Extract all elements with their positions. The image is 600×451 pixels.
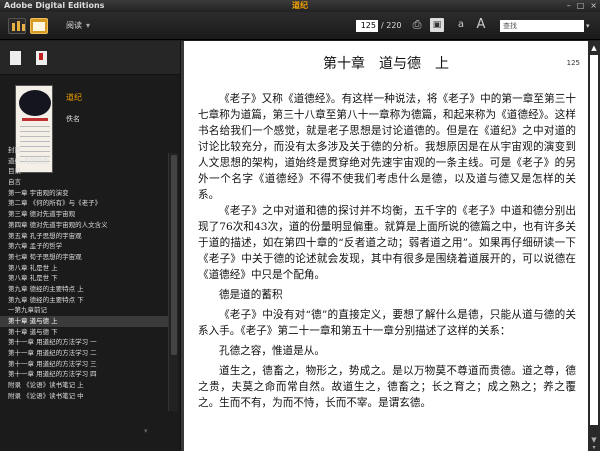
toc-item[interactable]: 第八章 礼是世 上 <box>0 263 168 274</box>
toc-item[interactable]: 第二章 《何的所有》与《老子》 <box>0 198 168 209</box>
toc-item[interactable]: 附录 《论语》读书笔记 中 <box>0 391 168 402</box>
toc-item[interactable]: 第十一章 用道纪的方法学习 二 <box>0 348 168 359</box>
search-chevron-icon[interactable]: ▾ <box>586 22 590 30</box>
page-total: / 220 <box>381 21 402 30</box>
quote: 道生之，德畜之，物形之，势成之。是以万物莫不尊道而贵德。道之尊，德之贵，夫莫之命… <box>198 365 576 409</box>
scroll-up-icon[interactable]: ▲ <box>589 43 599 53</box>
toc-item[interactable]: 第九章 德经的主要特点 下 <box>0 295 168 306</box>
search-input[interactable]: 查找 <box>500 20 584 32</box>
chevron-down-icon: ▾ <box>144 427 148 435</box>
tab-contents-icon[interactable] <box>10 51 21 65</box>
page-number: 125 <box>566 59 580 67</box>
tab-bookmarks-icon[interactable] <box>36 51 47 65</box>
toc-item[interactable]: 第八章 礼是世 下 <box>0 273 168 284</box>
maximize-icon[interactable]: □ <box>577 0 585 12</box>
title-bar: Adobe Digital Editions 道纪 – □ × <box>0 0 600 12</box>
page-body: 《老子》又称《道德经》。有这样一种说法，将《老子》中的第一章至第三十七章称为道篇… <box>198 91 576 411</box>
toc-item[interactable]: 第十一章 用道纪的方法学习 三 <box>0 359 168 370</box>
sidebar: 道纪 佚名 封面 道纪 内容简要 目录 自言 第一章 宇宙观的演变 第二章 《何的所有》与… <box>0 41 180 451</box>
page-scrollbar[interactable]: ▲ ▼ ▾ <box>588 41 600 451</box>
toc-item[interactable]: 第六章 孟子的哲学 <box>0 241 168 252</box>
toc-item[interactable]: 自言 <box>0 177 168 188</box>
book-author: 佚名 <box>66 115 80 123</box>
chevron-down-icon: ▾ <box>86 21 91 30</box>
toc-item[interactable]: 第十一章 用道纪的方法学习 四 <box>0 369 168 380</box>
sidebar-options[interactable]: ▾ <box>140 427 148 435</box>
window-controls: – □ × <box>567 0 597 12</box>
toc-item[interactable]: 一第九章前记 <box>0 305 168 316</box>
font-smaller-icon[interactable]: a <box>454 18 468 32</box>
reading-page: 第十章 道与德 上 125 《老子》又称《道德经》。有这样一种说法，将《老子》中… <box>184 41 588 451</box>
close-icon[interactable]: × <box>590 0 597 12</box>
toc-item[interactable]: 第十章 道与德 下 <box>0 327 168 338</box>
toolbar: 阅读 ▾ 125 / 220 ⎙ ▣ a A 查找 ▾ <box>0 12 600 40</box>
section-heading: 德是道的蓄积 <box>219 289 283 301</box>
book-title: 道纪 <box>66 93 82 102</box>
toc-item[interactable]: 第四章 德对先道宇宙观的人文含义 <box>0 220 168 231</box>
toc-item[interactable]: 目录 <box>0 166 168 177</box>
toc-item[interactable]: 第九章 德经的主要特点 上 <box>0 284 168 295</box>
toc-item[interactable]: 道纪 内容简要 <box>0 156 168 167</box>
view-mode-label: 阅读 <box>66 21 82 30</box>
quote: 孔德之容，惟道是从。 <box>219 345 325 357</box>
sidebar-tabs <box>0 41 180 75</box>
print-icon[interactable]: ⎙ <box>410 18 424 32</box>
reading-view-icon[interactable] <box>30 18 48 34</box>
paragraph: 《老子》中没有对“德”的直接定义，要想了解什么是德，只能从道与德的关系入手。《老… <box>198 309 576 337</box>
toc-item[interactable]: 第七章 荀子思想的宇宙观 <box>0 252 168 263</box>
minimize-icon[interactable]: – <box>567 0 571 12</box>
view-mode-dropdown[interactable]: 阅读 ▾ <box>66 20 90 31</box>
toc-item[interactable]: 第一章 宇宙观的演变 <box>0 188 168 199</box>
page-number-input[interactable]: 125 <box>356 20 378 32</box>
sidebar-scroll-thumb[interactable] <box>171 155 177 355</box>
library-icon[interactable] <box>8 18 26 34</box>
document-title: 道纪 <box>292 1 308 10</box>
page-scroll-thumb[interactable] <box>590 55 598 425</box>
font-larger-icon[interactable]: A <box>474 18 488 32</box>
sidebar-scrollbar[interactable] <box>168 153 178 411</box>
toc-item[interactable]: 第十章 道与德 上 <box>0 316 168 327</box>
paragraph: 《老子》之中对道和德的探讨并不均衡，五千字的《老子》中道和德分别出现了76次和4… <box>198 205 576 281</box>
bookmark-icon[interactable]: ▣ <box>430 18 444 32</box>
toc-item[interactable]: 第十一章 用道纪的方法学习 一 <box>0 337 168 348</box>
chapter-title: 第十章 道与德 上 <box>323 56 449 72</box>
paragraph: 《老子》又称《道德经》。有这样一种说法，将《老子》中的第一章至第三十七章称为道篇… <box>198 93 576 201</box>
scroll-end-icon[interactable]: ▾ <box>589 445 599 451</box>
toc-item[interactable]: 封面 <box>0 145 168 156</box>
table-of-contents: 封面 道纪 内容简要 目录 自言 第一章 宇宙观的演变 第二章 《何的所有》与《老子》 第三… <box>0 145 168 402</box>
toc-item[interactable]: 附录 《论语》读书笔记 上 <box>0 380 168 391</box>
toc-item[interactable]: 第三章 德对先道宇宙观 <box>0 209 168 220</box>
toc-item[interactable]: 第五章 孔子思想的宇宙观 <box>0 231 168 242</box>
